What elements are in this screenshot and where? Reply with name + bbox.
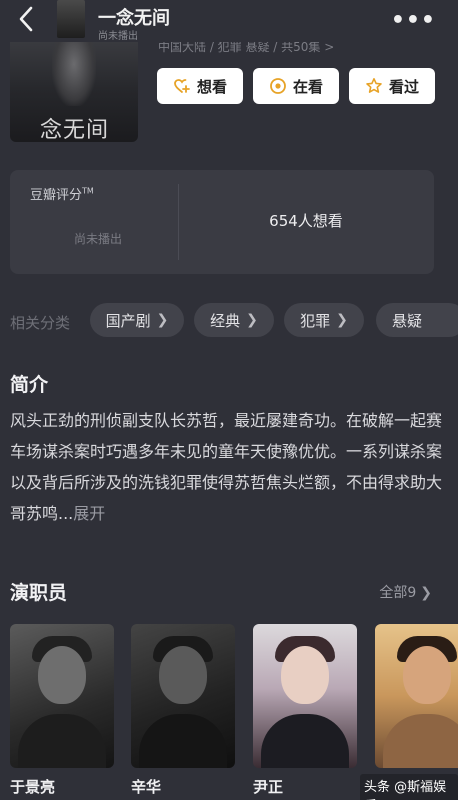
rating-card[interactable]: 豆瓣评分TM 尚未播出 654人想看 xyxy=(10,170,434,274)
cast-name[interactable]: 辛华 xyxy=(131,776,161,797)
cast-photo[interactable] xyxy=(10,624,114,768)
heart-plus-icon xyxy=(174,79,190,93)
header-poster-thumbnail xyxy=(57,0,85,38)
category-chip-suspense[interactable]: 悬疑 xyxy=(376,303,458,337)
related-categories-label: 相关分类 xyxy=(10,314,71,332)
more-icon[interactable]: ••• xyxy=(391,8,436,33)
intro-text: 风头正劲的刑侦副支队长苏哲，最近屡建奇功。在破解一起赛车场谋杀案时巧遇多年未见的… xyxy=(10,411,443,523)
chevron-right-icon: ❯ xyxy=(246,312,258,328)
watermark: 头条 @斯福娱乐 xyxy=(360,774,458,800)
air-status: 尚未播出 xyxy=(98,31,138,42)
star-icon xyxy=(366,78,382,93)
watching-label: 在看 xyxy=(292,77,323,96)
want-count: 654人想看 xyxy=(269,212,343,230)
cast-photo[interactable] xyxy=(131,624,235,768)
chevron-right-icon: ❯ xyxy=(336,312,348,328)
cast-name[interactable]: 尹正 xyxy=(253,776,283,797)
chevron-right-icon: ❯ xyxy=(156,312,169,328)
want-to-watch-button[interactable]: 想看 xyxy=(157,68,243,104)
intro-heading: 简介 xyxy=(10,374,49,396)
poster-image[interactable]: 念无间 xyxy=(10,30,138,142)
watching-button[interactable]: 在看 xyxy=(253,68,339,104)
category-chip-classic[interactable]: 经典 ❯ xyxy=(194,303,274,337)
back-icon[interactable] xyxy=(14,4,40,34)
cast-photo[interactable] xyxy=(253,624,357,768)
cast-name[interactable]: 于景亮 xyxy=(10,776,55,797)
watched-label: 看过 xyxy=(388,77,419,96)
poster-title: 念无间 xyxy=(40,118,110,142)
rating-label: 豆瓣评分TM xyxy=(30,186,94,203)
category-chip-crime[interactable]: 犯罪 ❯ xyxy=(284,303,364,337)
rating-status: 尚未播出 xyxy=(74,232,123,246)
target-icon xyxy=(270,78,286,94)
cast-heading: 演职员 xyxy=(10,582,68,604)
expand-link[interactable]: 展开 xyxy=(73,504,105,523)
poster-figure xyxy=(52,36,96,106)
watched-button[interactable]: 看过 xyxy=(349,68,435,104)
category-chip-domestic-drama[interactable]: 国产剧 ❯ xyxy=(90,303,184,337)
chevron-right-icon: ❯ xyxy=(420,585,432,601)
top-bar: 一念无间 尚未播出 ••• xyxy=(0,0,458,42)
cast-photo[interactable] xyxy=(375,624,458,768)
want-label: 想看 xyxy=(196,77,227,96)
cast-all-link[interactable]: 全部9 ❯ xyxy=(379,582,432,602)
